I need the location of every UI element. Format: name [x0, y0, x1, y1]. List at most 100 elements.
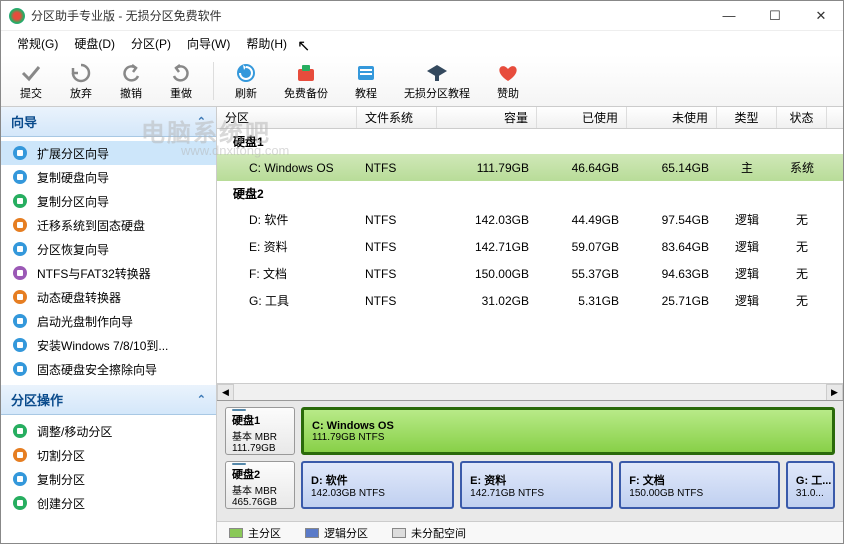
- menu-help[interactable]: 帮助(H): [238, 33, 295, 54]
- wizard-item-install[interactable]: 安装Windows 7/8/10到...: [1, 333, 216, 357]
- th-status[interactable]: 状态: [777, 107, 827, 128]
- erase-icon: [11, 360, 29, 378]
- th-partition[interactable]: 分区: [217, 107, 357, 128]
- table-row[interactable]: F: 文档NTFS150.00GB55.37GB94.63GB逻辑无: [217, 260, 843, 287]
- copy-disk-icon: [11, 168, 29, 186]
- op-item-split[interactable]: 切割分区: [1, 443, 216, 467]
- backup-icon: [294, 61, 318, 85]
- refresh-button[interactable]: 刷新: [224, 59, 268, 103]
- op-item-resize[interactable]: 调整/移动分区: [1, 419, 216, 443]
- sidebar: 向导⌃ 扩展分区向导复制硬盘向导复制分区向导迁移系统到固态硬盘分区恢复向导 NTF…: [1, 107, 217, 543]
- wizard-item-copy-part[interactable]: 复制分区向导: [1, 189, 216, 213]
- wizard-item-migrate[interactable]: 迁移系统到固态硬盘: [1, 213, 216, 237]
- wizard-item-bootcd[interactable]: 启动光盘制作向导: [1, 309, 216, 333]
- wizard-item-label: 扩展分区向导: [37, 145, 109, 162]
- lossless-tutorial-button[interactable]: 无损分区教程: [394, 59, 480, 103]
- horizontal-scrollbar[interactable]: ◀ ▶: [217, 383, 843, 400]
- wizard-item-label: 固态硬盘安全擦除向导: [37, 361, 157, 378]
- convert-icon: [11, 264, 29, 282]
- scroll-right-icon[interactable]: ▶: [826, 384, 843, 401]
- partition-block-e[interactable]: E: 资料142.71GB NTFS: [460, 461, 613, 509]
- refresh-icon: [234, 61, 258, 85]
- menu-partition[interactable]: 分区(P): [123, 33, 179, 54]
- wizard-item-label: NTFS与FAT32转换器: [37, 265, 151, 282]
- redo-button[interactable]: 重做: [159, 59, 203, 103]
- wizard-item-label: 启动光盘制作向导: [37, 313, 133, 330]
- scroll-left-icon[interactable]: ◀: [217, 384, 234, 401]
- minimize-button[interactable]: —: [715, 6, 743, 26]
- wizard-item-label: 复制硬盘向导: [37, 169, 109, 186]
- close-button[interactable]: ✕: [807, 6, 835, 26]
- chevron-up-icon: ⌃: [197, 115, 206, 128]
- disk-map: 硬盘1 基本 MBR 111.79GB C: Windows OS 111.79…: [217, 400, 843, 521]
- undo-button[interactable]: 撤销: [109, 59, 153, 103]
- partition-block-c[interactable]: C: Windows OS 111.79GB NTFS: [301, 407, 835, 455]
- wizard-item-erase[interactable]: 固态硬盘安全擦除向导: [1, 357, 216, 381]
- wizard-item-recover[interactable]: 分区恢复向导: [1, 237, 216, 261]
- partition-block-d[interactable]: D: 软件142.03GB NTFS: [301, 461, 454, 509]
- op-item-copy[interactable]: 复制分区: [1, 467, 216, 491]
- op-item-label: 创建分区: [37, 495, 85, 512]
- wizard-item-convert[interactable]: NTFS与FAT32转换器: [1, 261, 216, 285]
- th-type[interactable]: 类型: [717, 107, 777, 128]
- expand-icon: [11, 144, 29, 162]
- menu-wizard[interactable]: 向导(W): [179, 33, 238, 54]
- content-area: 分区 文件系统 容量 已使用 未使用 类型 状态 硬盘1C: Windows O…: [217, 107, 843, 543]
- menu-general[interactable]: 常规(G): [9, 33, 66, 54]
- disk-icon: [232, 463, 246, 465]
- split-icon: [11, 446, 29, 464]
- wizard-item-dynamic[interactable]: 动态硬盘转换器: [1, 285, 216, 309]
- th-free[interactable]: 未使用: [627, 107, 717, 128]
- app-icon: [9, 8, 25, 24]
- discard-button[interactable]: 放弃: [59, 59, 103, 103]
- wizard-item-expand[interactable]: 扩展分区向导: [1, 141, 216, 165]
- heart-icon: [496, 61, 520, 85]
- maximize-button[interactable]: ☐: [761, 6, 789, 26]
- th-capacity[interactable]: 容量: [437, 107, 537, 128]
- ops-panel-header[interactable]: 分区操作⌃: [1, 385, 216, 415]
- wizard-item-label: 迁移系统到固态硬盘: [37, 217, 145, 234]
- partition-block-g[interactable]: G: 工...31.0...: [786, 461, 835, 509]
- table-row[interactable]: G: 工具NTFS31.02GB5.31GB25.71GB逻辑无: [217, 287, 843, 314]
- disk-group: 硬盘1: [217, 129, 843, 154]
- toolbar: 提交 放弃 撤销 重做 刷新 免费备份 教程 无损分区教程 赞助: [1, 55, 843, 107]
- undo-icon: [119, 61, 143, 85]
- op-item-label: 切割分区: [37, 447, 85, 464]
- table-row[interactable]: C: Windows OSNTFS111.79GB46.64GB65.14GB主…: [217, 154, 843, 181]
- disk2-label[interactable]: 硬盘2 基本 MBR 465.76GB: [225, 461, 295, 509]
- table-row[interactable]: E: 资料NTFS142.71GB59.07GB83.64GB逻辑无: [217, 233, 843, 260]
- wizard-panel-header[interactable]: 向导⌃: [1, 107, 216, 137]
- partition-block-f[interactable]: F: 文档150.00GB NTFS: [619, 461, 780, 509]
- wizard-item-copy-disk[interactable]: 复制硬盘向导: [1, 165, 216, 189]
- backup-button[interactable]: 免费备份: [274, 59, 338, 103]
- th-filesystem[interactable]: 文件系统: [357, 107, 437, 128]
- legend-unallocated: 未分配空间: [392, 525, 466, 541]
- disk1-label[interactable]: 硬盘1 基本 MBR 111.79GB: [225, 407, 295, 455]
- th-used[interactable]: 已使用: [537, 107, 627, 128]
- tutorial-button[interactable]: 教程: [344, 59, 388, 103]
- wizard-item-label: 动态硬盘转换器: [37, 289, 121, 306]
- resize-icon: [11, 422, 29, 440]
- window-title: 分区助手专业版 - 无损分区免费软件: [31, 7, 715, 24]
- table-row[interactable]: D: 软件NTFS142.03GB44.49GB97.54GB逻辑无: [217, 206, 843, 233]
- disk-icon: [232, 409, 246, 411]
- op-item-label: 复制分区: [37, 471, 85, 488]
- install-icon: [11, 336, 29, 354]
- donate-button[interactable]: 赞助: [486, 59, 530, 103]
- copy-part-icon: [11, 192, 29, 210]
- commit-button[interactable]: 提交: [9, 59, 53, 103]
- op-item-label: 调整/移动分区: [37, 423, 112, 440]
- wizard-item-label: 分区恢复向导: [37, 241, 109, 258]
- wizard-item-label: 复制分区向导: [37, 193, 109, 210]
- copy-icon: [11, 470, 29, 488]
- check-icon: [19, 61, 43, 85]
- menubar: 常规(G) 硬盘(D) 分区(P) 向导(W) 帮助(H): [1, 31, 843, 55]
- menu-disk[interactable]: 硬盘(D): [66, 33, 123, 54]
- legend-logical: 逻辑分区: [305, 525, 368, 541]
- chevron-up-icon: ⌃: [197, 393, 206, 406]
- discard-icon: [69, 61, 93, 85]
- op-item-create[interactable]: 创建分区: [1, 491, 216, 515]
- disk-group: 硬盘2: [217, 181, 843, 206]
- titlebar: 分区助手专业版 - 无损分区免费软件 — ☐ ✕: [1, 1, 843, 31]
- partition-table: 硬盘1C: Windows OSNTFS111.79GB46.64GB65.14…: [217, 129, 843, 383]
